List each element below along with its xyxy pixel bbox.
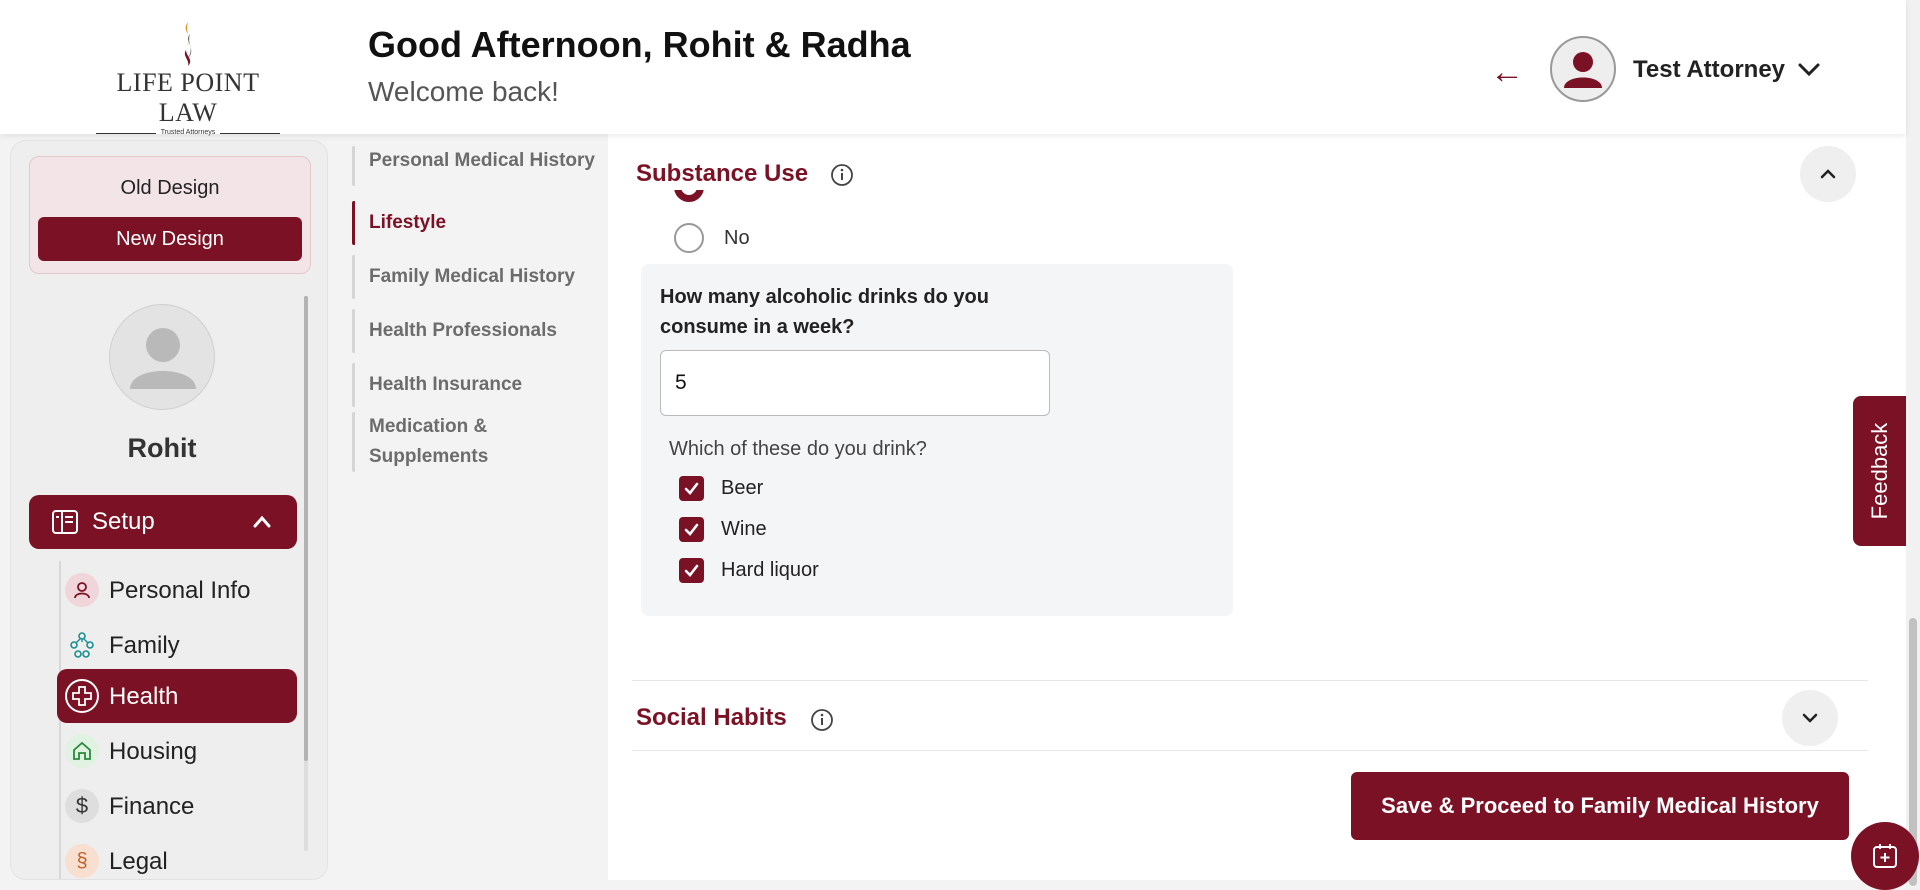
calendar-plus-icon — [1873, 844, 1897, 868]
subnav-medication-supplements[interactable]: Medication & Supplements — [352, 412, 572, 472]
sidebar-item-label: Finance — [109, 793, 195, 820]
hard-liquor-label: Hard liquor — [721, 559, 819, 581]
new-design-button[interactable]: New Design — [38, 217, 302, 261]
sidebar-item-label: Housing — [109, 738, 198, 765]
info-icon[interactable] — [810, 708, 834, 732]
user-avatar-icon — [1564, 52, 1602, 88]
sidebar-item-family[interactable]: Family — [57, 618, 297, 672]
sidebar-item-label: Legal — [109, 848, 168, 875]
person-placeholder-icon — [130, 328, 196, 389]
subnav-lifestyle[interactable]: Lifestyle — [352, 201, 602, 245]
design-switcher: Old Design New Design — [29, 156, 311, 274]
profile-name: Rohit — [127, 433, 197, 463]
legal-icon: § — [65, 844, 99, 878]
feedback-label: Feedback — [1866, 422, 1892, 520]
chevron-up-icon — [1820, 169, 1836, 179]
setup-section-toggle[interactable]: Setup — [29, 495, 297, 549]
family-tree-icon — [65, 628, 99, 662]
sidebar-item-personal-info[interactable]: Personal Info — [57, 563, 297, 617]
checkmark-icon — [679, 517, 704, 542]
subnav-personal-medical-history[interactable]: Personal Medical History — [352, 146, 602, 186]
wine-label: Wine — [721, 518, 767, 540]
health-subnav: Personal Medical History Lifestyle Famil… — [352, 140, 606, 640]
logo-tagline: Trusted Attorneys — [86, 129, 290, 136]
back-arrow-icon[interactable]: ← — [1490, 52, 1524, 92]
greeting-title: Good Afternoon, Rohit & Radha — [368, 24, 911, 65]
user-name[interactable]: Test Attorney — [1633, 56, 1785, 84]
subnav-health-professionals[interactable]: Health Professionals — [352, 309, 602, 353]
logo-text: LIFE POINT LAW — [116, 68, 260, 127]
sidebar: Old Design New Design Rohit Setup Person… — [10, 140, 328, 880]
sidebar-item-label: Health — [109, 683, 179, 710]
drinks-per-week-label: How many alcoholic drinks do you consume… — [660, 286, 989, 338]
medical-cross-icon — [65, 679, 99, 713]
section-divider — [632, 750, 1868, 751]
book-icon — [52, 510, 78, 534]
chevron-down-icon — [1802, 713, 1818, 723]
user-avatar[interactable] — [1550, 36, 1616, 102]
sidebar-item-housing[interactable]: Housing — [57, 724, 297, 778]
house-icon — [65, 734, 99, 768]
section-divider — [632, 680, 1868, 681]
drinks-per-week-input[interactable] — [660, 350, 1050, 416]
radio-no-label: No — [724, 227, 750, 249]
old-design-button[interactable]: Old Design — [30, 177, 310, 200]
life-point-law-logo[interactable]: LIFE POINT LAW Trusted Attorneys — [86, 20, 290, 136]
alcohol-question-card: How many alcoholic drinks do you consume… — [641, 264, 1233, 616]
setup-label: Setup — [92, 508, 155, 535]
radio-no[interactable] — [674, 223, 704, 253]
checkmark-icon — [679, 558, 704, 583]
lifestyle-form-panel: Substance Use No How many alcoholic drin… — [608, 134, 1906, 880]
chevron-down-icon[interactable] — [1796, 56, 1822, 82]
welcome-subtitle: Welcome back! — [368, 76, 559, 107]
radio-yes-selected[interactable] — [674, 190, 704, 202]
sidebar-item-health[interactable]: Health — [57, 669, 297, 723]
person-icon — [65, 573, 99, 607]
dollar-icon: $ — [65, 789, 99, 823]
app-header: LIFE POINT LAW Trusted Attorneys Good Af… — [0, 0, 1906, 136]
flame-logo-icon — [184, 22, 192, 66]
drink-types-label: Which of these do you drink? — [669, 438, 927, 460]
expand-social-habits-button[interactable] — [1782, 690, 1838, 746]
save-proceed-button[interactable]: Save & Proceed to Family Medical History — [1351, 772, 1849, 840]
sidebar-item-label: Family — [109, 632, 180, 659]
info-icon[interactable] — [830, 163, 854, 187]
sidebar-item-finance[interactable]: $ Finance — [57, 779, 297, 833]
sidebar-scrollbar-thumb[interactable] — [304, 296, 308, 761]
sidebar-item-legal[interactable]: § Legal — [57, 834, 297, 879]
profile-avatar[interactable] — [109, 304, 215, 410]
social-habits-title: Social Habits — [636, 704, 787, 731]
substance-use-title: Substance Use — [636, 160, 809, 187]
add-note-button[interactable] — [1851, 822, 1919, 890]
collapse-substance-use-button[interactable] — [1800, 146, 1856, 202]
chevron-up-icon — [253, 515, 271, 528]
subnav-health-insurance[interactable]: Health Insurance — [352, 363, 602, 407]
checkmark-icon — [679, 476, 704, 501]
feedback-tab[interactable]: Feedback — [1853, 396, 1906, 546]
beer-label: Beer — [721, 477, 764, 499]
subnav-family-medical-history[interactable]: Family Medical History — [352, 255, 602, 299]
sidebar-item-label: Personal Info — [109, 577, 251, 604]
